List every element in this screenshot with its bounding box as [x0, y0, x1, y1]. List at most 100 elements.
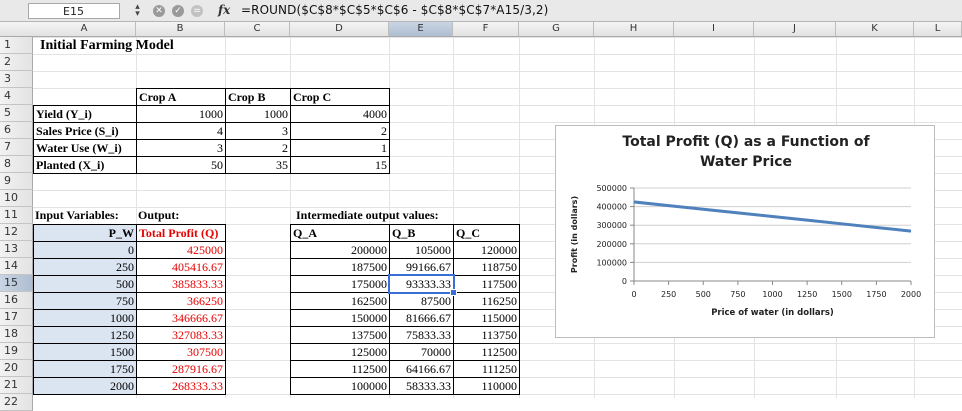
qb-header[interactable]: Q_B	[389, 224, 454, 242]
name-box[interactable]: E15	[28, 3, 120, 19]
qb-value[interactable]: 75833.33	[389, 326, 454, 344]
pw-value[interactable]: 1000	[33, 309, 137, 327]
qc-value[interactable]: 112500	[453, 343, 520, 361]
column-header-f[interactable]: F	[453, 22, 519, 36]
row-header-12[interactable]: 12	[0, 224, 33, 241]
param-value[interactable]: 2	[290, 122, 390, 140]
qb-value[interactable]: 93333.33	[389, 275, 454, 293]
profit-value[interactable]: 385833.33	[136, 275, 226, 293]
profit-chart[interactable]: Total Profit (Q) as a Function ofWater P…	[555, 125, 935, 338]
row-header-13[interactable]: 13	[0, 241, 33, 258]
crop-header[interactable]: Crop B	[225, 88, 291, 106]
qc-value[interactable]: 120000	[453, 241, 520, 259]
row-header-14[interactable]: 14	[0, 258, 33, 275]
pw-value[interactable]: 750	[33, 292, 137, 310]
column-header-a[interactable]: A	[33, 22, 136, 36]
pw-value[interactable]: 250	[33, 258, 137, 276]
param-value[interactable]: 50	[136, 156, 226, 174]
pw-value[interactable]: 500	[33, 275, 137, 293]
param-value[interactable]: 2	[225, 139, 291, 157]
row-header-15[interactable]: 15	[0, 275, 33, 292]
qb-value[interactable]: 70000	[389, 343, 454, 361]
profit-value[interactable]: 425000	[136, 241, 226, 259]
profit-header[interactable]: Total Profit (Q)	[136, 224, 226, 242]
insert-function-icon[interactable]: =	[191, 5, 203, 17]
qc-value[interactable]: 118750	[453, 258, 520, 276]
column-header-i[interactable]: I	[674, 22, 754, 36]
column-header-d[interactable]: D	[290, 22, 389, 36]
profit-value[interactable]: 268333.33	[136, 377, 226, 395]
intermediate-label[interactable]: Intermediate output values:	[293, 207, 493, 225]
qa-value[interactable]: 125000	[290, 343, 390, 361]
output-label[interactable]: Output:	[136, 207, 226, 225]
qc-value[interactable]: 117500	[453, 275, 520, 293]
qc-value[interactable]: 111250	[453, 360, 520, 378]
profit-value[interactable]: 307500	[136, 343, 226, 361]
column-header-j[interactable]: J	[754, 22, 836, 36]
profit-value[interactable]: 346666.67	[136, 309, 226, 327]
row-header-20[interactable]: 20	[0, 360, 33, 377]
param-value[interactable]: 35	[225, 156, 291, 174]
row-header-17[interactable]: 17	[0, 309, 33, 326]
qa-value[interactable]: 150000	[290, 309, 390, 327]
qc-value[interactable]: 116250	[453, 292, 520, 310]
row-header-10[interactable]: 10	[0, 190, 33, 207]
qa-value[interactable]: 187500	[290, 258, 390, 276]
pw-value[interactable]: 1500	[33, 343, 137, 361]
qb-value[interactable]: 81666.67	[389, 309, 454, 327]
row-header-16[interactable]: 16	[0, 292, 33, 309]
param-label[interactable]: Yield (Y_i)	[33, 105, 137, 123]
qb-value[interactable]: 64166.67	[389, 360, 454, 378]
column-header-h[interactable]: H	[594, 22, 674, 36]
crop-header[interactable]: Crop C	[290, 88, 390, 106]
pw-value[interactable]: 2000	[33, 377, 137, 395]
param-label[interactable]: Sales Price (S_i)	[33, 122, 137, 140]
row-header-8[interactable]: 8	[0, 156, 33, 173]
param-label[interactable]: Planted (X_i)	[33, 156, 137, 174]
row-header-7[interactable]: 7	[0, 139, 33, 156]
confirm-icon[interactable]: ✓	[172, 5, 184, 17]
row-header-4[interactable]: 4	[0, 88, 33, 105]
param-value[interactable]: 4	[136, 122, 226, 140]
row-header-9[interactable]: 9	[0, 173, 33, 190]
row-header-21[interactable]: 21	[0, 377, 33, 394]
param-value[interactable]: 1000	[225, 105, 291, 123]
qa-header[interactable]: Q_A	[290, 224, 390, 242]
pw-value[interactable]: 1250	[33, 326, 137, 344]
cancel-icon[interactable]: ✕	[153, 5, 165, 17]
qa-value[interactable]: 162500	[290, 292, 390, 310]
qa-value[interactable]: 100000	[290, 377, 390, 395]
qb-value[interactable]: 87500	[389, 292, 454, 310]
param-label[interactable]: Water Use (W_i)	[33, 139, 137, 157]
row-header-18[interactable]: 18	[0, 326, 33, 343]
crop-table-corner[interactable]	[33, 88, 137, 106]
column-header-b[interactable]: B	[136, 22, 225, 36]
profit-value[interactable]: 327083.33	[136, 326, 226, 344]
fx-icon[interactable]: fx	[218, 3, 230, 17]
qb-value[interactable]: 105000	[389, 241, 454, 259]
column-header-e[interactable]: E	[389, 22, 453, 36]
qc-value[interactable]: 110000	[453, 377, 520, 395]
row-header-22[interactable]: 22	[0, 394, 33, 411]
profit-value[interactable]: 405416.67	[136, 258, 226, 276]
qc-header[interactable]: Q_C	[453, 224, 520, 242]
qb-value[interactable]: 99166.67	[389, 258, 454, 276]
qa-value[interactable]: 112500	[290, 360, 390, 378]
formula-input[interactable]: =ROUND($C$8*$C$5*$C$6 - $C$8*$C$7*A15/3,…	[241, 3, 548, 17]
qa-value[interactable]: 175000	[290, 275, 390, 293]
pw-header[interactable]: P_W	[33, 224, 137, 242]
column-header-c[interactable]: C	[225, 22, 290, 36]
param-value[interactable]: 4000	[290, 105, 390, 123]
profit-value[interactable]: 287916.67	[136, 360, 226, 378]
qc-value[interactable]: 115000	[453, 309, 520, 327]
row-header-5[interactable]: 5	[0, 105, 33, 122]
row-header-6[interactable]: 6	[0, 122, 33, 139]
profit-value[interactable]: 366250	[136, 292, 226, 310]
pw-value[interactable]: 1750	[33, 360, 137, 378]
qb-value[interactable]: 58333.33	[389, 377, 454, 395]
pw-value[interactable]: 0	[33, 241, 137, 259]
sheet-title[interactable]: Initial Farming Model	[40, 38, 174, 54]
column-header-g[interactable]: G	[519, 22, 594, 36]
param-value[interactable]: 1	[290, 139, 390, 157]
qc-value[interactable]: 113750	[453, 326, 520, 344]
